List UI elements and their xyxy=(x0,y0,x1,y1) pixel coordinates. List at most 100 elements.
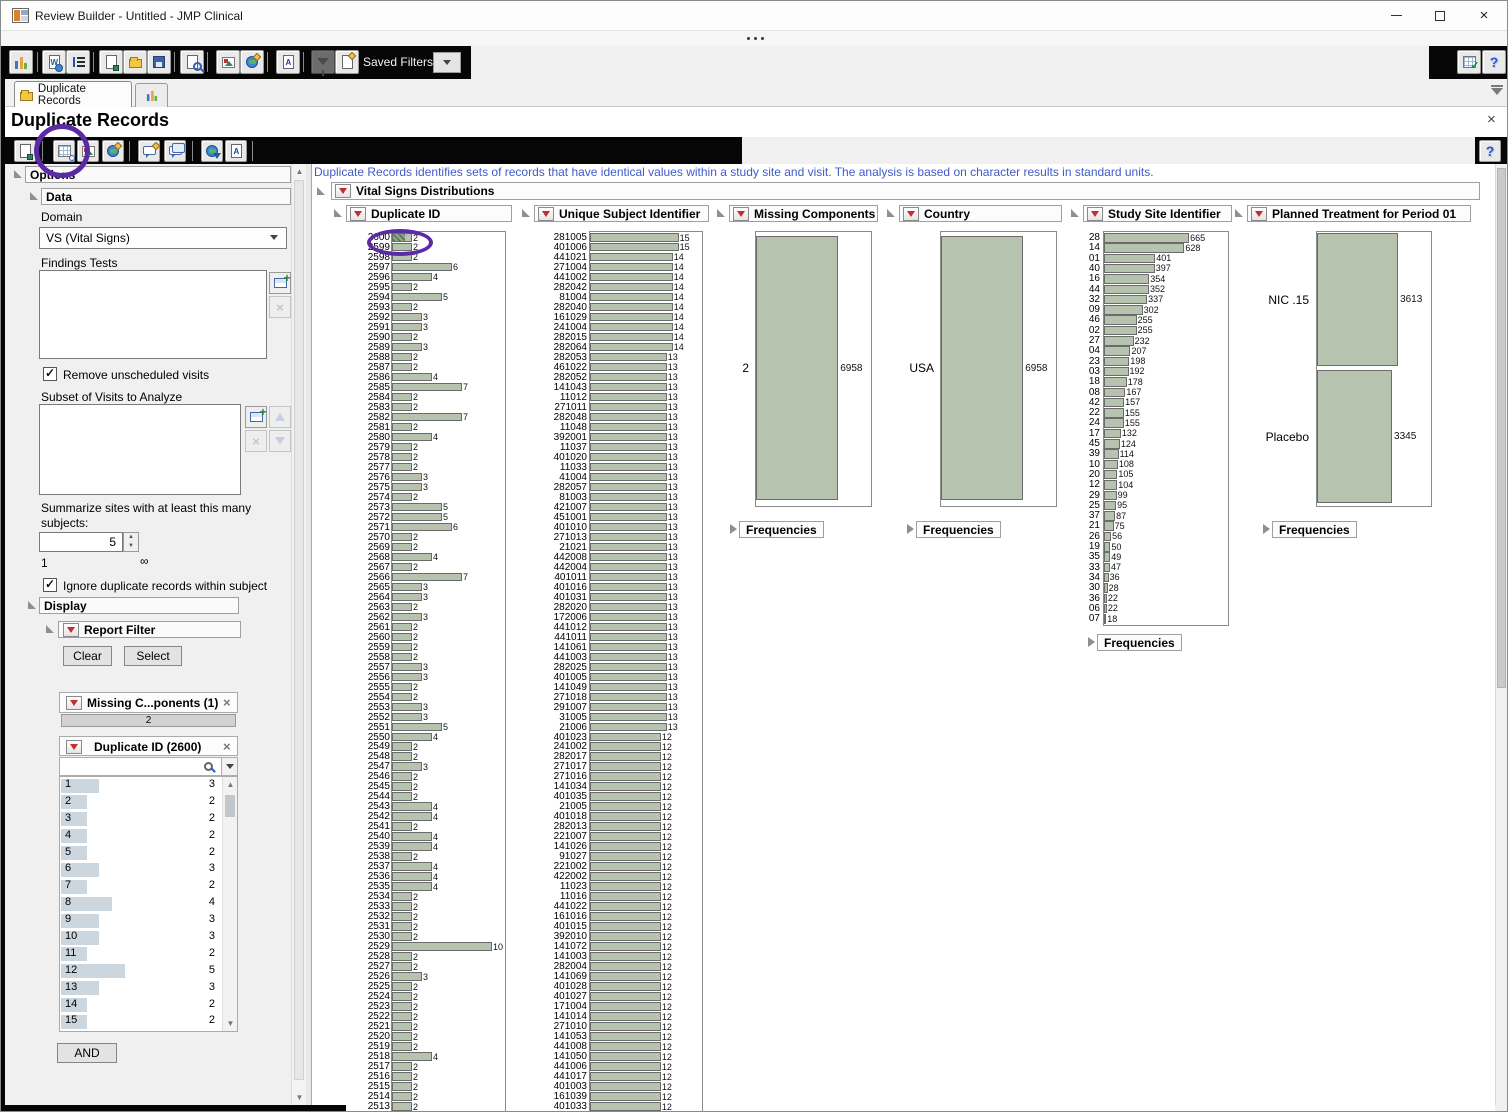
edit-script-icon[interactable] xyxy=(14,140,36,162)
filter-row[interactable]: 125 xyxy=(60,963,237,980)
histogram-bar[interactable] xyxy=(590,523,667,532)
histogram-bar[interactable] xyxy=(392,493,412,502)
histogram-bar[interactable] xyxy=(1104,254,1155,264)
red-triangle-menu-icon[interactable] xyxy=(66,696,82,710)
red-triangle-menu-icon[interactable] xyxy=(903,207,919,221)
remove-visits-button[interactable]: × xyxy=(245,430,267,452)
histogram-bar[interactable] xyxy=(590,703,667,712)
histogram-bar[interactable] xyxy=(392,483,422,492)
histogram-bar[interactable] xyxy=(590,403,667,412)
histogram-bar[interactable] xyxy=(590,1022,661,1031)
histogram-bar[interactable] xyxy=(590,792,661,801)
histogram-bar[interactable] xyxy=(392,423,412,432)
ignore-duplicates-checkbox[interactable] xyxy=(43,578,57,592)
histogram-bar[interactable] xyxy=(590,603,667,612)
filter-row[interactable]: 63 xyxy=(60,861,237,878)
histogram-bar[interactable] xyxy=(590,363,667,372)
histogram-bar[interactable] xyxy=(590,1002,661,1011)
histogram-bar[interactable] xyxy=(392,673,422,682)
histogram-bar[interactable] xyxy=(590,842,661,851)
histogram-bar[interactable] xyxy=(392,1032,412,1041)
planned-treatment-header[interactable]: Planned Treatment for Period 01 xyxy=(1247,205,1471,222)
new-script-icon[interactable] xyxy=(99,50,123,74)
histogram-bar[interactable] xyxy=(590,593,667,602)
histogram-bar[interactable] xyxy=(392,603,412,612)
close-icon[interactable]: × xyxy=(223,739,231,754)
histogram-bar[interactable] xyxy=(392,633,412,642)
planned-treatment-frequencies[interactable]: Frequencies xyxy=(1272,521,1357,538)
distribution-report-icon[interactable] xyxy=(9,50,33,74)
histogram-bar[interactable] xyxy=(590,503,667,512)
red-triangle-menu-icon[interactable] xyxy=(1251,207,1267,221)
histogram-bar[interactable] xyxy=(590,723,667,732)
histogram-bar[interactable] xyxy=(392,243,412,252)
histogram-bar[interactable] xyxy=(392,1042,412,1051)
options-panel-scrollbar[interactable]: ▲ ▼ xyxy=(291,164,306,1105)
save-icon[interactable] xyxy=(147,50,171,74)
histogram-bar[interactable] xyxy=(590,862,661,871)
tab-filter-icon[interactable] xyxy=(1490,85,1504,95)
histogram-bar[interactable] xyxy=(392,253,412,262)
and-button[interactable]: AND xyxy=(57,1043,117,1063)
histogram-bar[interactable] xyxy=(590,663,667,672)
histogram-bar[interactable] xyxy=(1104,243,1184,253)
filter-list-scrollbar[interactable]: ▲ ▼ xyxy=(222,777,237,1031)
histogram-bar[interactable] xyxy=(1104,346,1130,356)
histogram-bar[interactable] xyxy=(392,593,422,602)
histogram-bar[interactable] xyxy=(1104,336,1134,346)
histogram-bar[interactable] xyxy=(590,653,667,662)
report-filter-disclosure-icon[interactable] xyxy=(46,625,54,633)
histogram-bar[interactable] xyxy=(392,1102,412,1111)
add-filter-icon[interactable] xyxy=(311,50,335,74)
histogram-bar[interactable] xyxy=(590,892,661,901)
histogram-bar[interactable] xyxy=(392,1002,412,1011)
histogram-bar[interactable] xyxy=(1104,614,1106,624)
histogram-bar[interactable] xyxy=(1104,367,1129,377)
open-folder-icon[interactable] xyxy=(123,50,147,74)
histogram-bar[interactable] xyxy=(392,842,432,851)
histogram-bar[interactable] xyxy=(590,533,667,542)
display-disclosure-icon[interactable] xyxy=(28,601,36,609)
histogram-bar[interactable] xyxy=(392,473,422,482)
country-header[interactable]: Country xyxy=(899,205,1062,222)
histogram-bar[interactable] xyxy=(392,553,432,562)
report-viewer-icon-2[interactable] xyxy=(225,140,247,162)
histogram-bar[interactable] xyxy=(1104,305,1143,315)
filter-row[interactable]: 133 xyxy=(60,980,237,997)
histogram-bar[interactable] xyxy=(1104,480,1117,490)
histogram-bar[interactable] xyxy=(392,932,412,941)
histogram-bar[interactable] xyxy=(392,533,412,542)
country-disclosure-icon[interactable] xyxy=(887,209,895,217)
histogram-bar[interactable] xyxy=(590,343,673,352)
histogram-bar[interactable] xyxy=(590,393,667,402)
min-subjects-input[interactable]: 5 xyxy=(39,532,123,552)
filter-row[interactable]: 32 xyxy=(60,811,237,828)
histogram-bar[interactable] xyxy=(392,693,412,702)
histogram-bar[interactable] xyxy=(1104,233,1189,243)
histogram-bar[interactable] xyxy=(590,742,661,751)
remove-tests-button[interactable]: × xyxy=(269,296,291,318)
report-scrollbar[interactable] xyxy=(1495,164,1507,1105)
histogram-bar[interactable] xyxy=(1104,285,1149,295)
red-triangle-menu-icon[interactable] xyxy=(733,207,749,221)
histogram-bar[interactable] xyxy=(392,852,412,861)
histogram-bar[interactable] xyxy=(392,892,412,901)
histogram-bar[interactable] xyxy=(392,723,442,732)
filter-row[interactable]: 142 xyxy=(60,997,237,1014)
histogram-bar[interactable] xyxy=(392,962,412,971)
select-button[interactable]: Select xyxy=(124,646,182,666)
histogram-bar[interactable] xyxy=(1104,264,1155,274)
histogram-bar[interactable] xyxy=(590,453,667,462)
histogram-bar[interactable] xyxy=(392,333,412,342)
histogram-bar[interactable] xyxy=(392,403,412,412)
histogram-bar[interactable] xyxy=(590,733,661,742)
close-button[interactable]: × xyxy=(1462,1,1506,30)
histogram-bar[interactable] xyxy=(1317,370,1392,503)
histogram-bar[interactable] xyxy=(590,353,667,362)
histogram-bar[interactable] xyxy=(590,413,667,422)
export-image-icon-2[interactable] xyxy=(77,140,99,162)
histogram-bar[interactable] xyxy=(392,413,462,422)
page-close-icon[interactable]: × xyxy=(1487,111,1496,128)
saved-filters-icon[interactable] xyxy=(335,50,359,74)
duplicate-id-disclosure-icon[interactable] xyxy=(334,209,342,217)
